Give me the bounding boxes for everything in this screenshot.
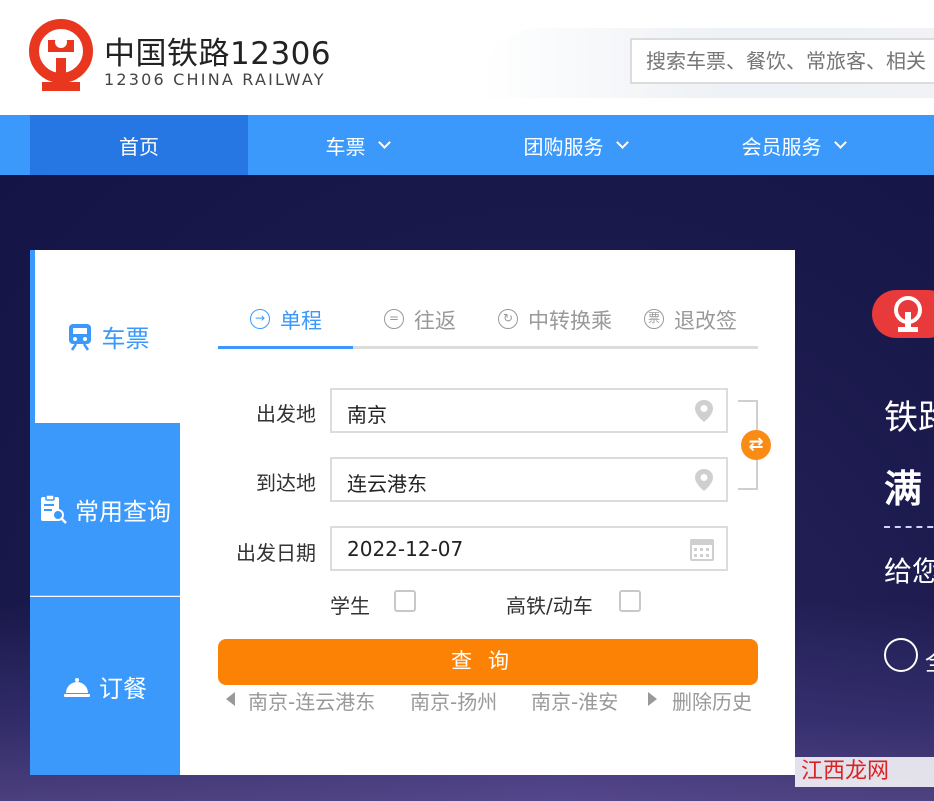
nav-member-service-label: 会员服务 <box>741 134 822 159</box>
delete-history-link[interactable]: 删除历史 <box>672 686 752 715</box>
history-next-icon[interactable] <box>648 692 657 706</box>
booking-panel: 车票 常用查询 订餐 → 单程 = 往返 ↻ 中转换乘 票 退改签 出发地 南京… <box>30 250 795 775</box>
to-label: 到达地 <box>256 471 316 495</box>
sidebar-item-label: 车票 <box>101 325 150 353</box>
highspeed-label: 高铁/动车 <box>506 594 593 618</box>
location-pin-icon <box>695 400 713 422</box>
promo-line-1: 铁路 <box>884 398 934 438</box>
from-label: 出发地 <box>256 402 316 426</box>
nav-home-label: 首页 <box>119 134 159 159</box>
from-station-value: 南京 <box>347 403 387 427</box>
trip-type-tabs: → 单程 = 往返 ↻ 中转换乘 票 退改签 <box>218 305 758 349</box>
site-name-cn[interactable]: 中国铁路12306 <box>104 28 331 73</box>
from-station-field[interactable]: 南京 <box>330 388 728 433</box>
history-item[interactable]: 南京-扬州 <box>410 686 497 715</box>
promo-phone-text: 全 <box>925 642 934 677</box>
phone-icon <box>884 638 918 672</box>
tab-label: 退改签 <box>674 309 737 333</box>
sidebar-item-label: 订餐 <box>99 674 147 703</box>
to-station-field[interactable]: 连云港东 <box>330 457 728 502</box>
nav-home[interactable]: 首页 <box>30 115 248 175</box>
ticket-circle-icon: 票 <box>644 309 664 329</box>
calendar-icon <box>690 539 714 561</box>
main-nav: 首页 车票 团购服务 会员服务 <box>0 115 934 175</box>
swap-stations-button[interactable]: ⇄ <box>741 430 771 460</box>
train-icon <box>68 323 91 351</box>
date-label: 出发日期 <box>236 541 316 565</box>
tab-label: 中转换乘 <box>528 309 612 333</box>
cycle-circle-icon: ↻ <box>498 309 518 329</box>
tab-refund-change[interactable]: 票 退改签 <box>644 305 737 349</box>
clipboard-search-icon <box>41 494 67 524</box>
food-cover-icon <box>64 678 90 697</box>
site-search-input[interactable] <box>630 38 934 84</box>
highspeed-checkbox[interactable] <box>619 590 641 612</box>
sidebar-item-tickets[interactable]: 车票 <box>30 250 180 423</box>
chevron-down-icon <box>377 135 391 149</box>
promo-logo <box>872 290 934 338</box>
departure-date-field[interactable]: 2022-12-07 <box>330 526 728 571</box>
history-prev-icon[interactable] <box>226 692 235 706</box>
promo-line-2: 满 <box>884 467 923 511</box>
departure-date-value: 2022-12-07 <box>347 537 464 561</box>
chevron-down-icon <box>615 135 629 149</box>
search-history: 南京-连云港东 南京-扬州 南京-淮安 删除历史 <box>226 686 766 716</box>
student-label: 学生 <box>330 594 370 618</box>
nav-member-service[interactable]: 会员服务 <box>684 115 902 175</box>
tab-one-way[interactable]: → 单程 <box>250 305 322 349</box>
active-tab-indicator <box>218 346 353 349</box>
chevron-down-icon <box>833 135 847 149</box>
to-station-value: 连云港东 <box>347 472 427 496</box>
nav-tickets[interactable]: 车票 <box>248 115 466 175</box>
history-item[interactable]: 南京-淮安 <box>531 686 618 715</box>
watermark: 江西龙网 <box>795 757 934 787</box>
promo-divider <box>884 526 934 528</box>
site-header: 中国铁路12306 12306 CHINA RAILWAY <box>0 0 934 115</box>
tab-transfer[interactable]: ↻ 中转换乘 <box>498 305 612 349</box>
sidebar-item-meal-order[interactable]: 订餐 <box>30 597 180 775</box>
tab-label: 往返 <box>414 309 456 333</box>
nav-tickets-label: 车票 <box>325 134 366 159</box>
booking-sidebar: 车票 常用查询 订餐 <box>30 250 180 775</box>
location-pin-icon <box>695 469 713 491</box>
query-button[interactable]: 查询 <box>218 639 758 685</box>
site-name-en: 12306 CHINA RAILWAY <box>104 70 326 89</box>
nav-group-service-label: 团购服务 <box>523 134 604 159</box>
equals-circle-icon: = <box>384 309 404 329</box>
sidebar-item-label: 常用查询 <box>75 497 171 526</box>
nav-group-service[interactable]: 团购服务 <box>466 115 684 175</box>
tab-label: 单程 <box>280 309 322 333</box>
student-checkbox[interactable] <box>394 590 416 612</box>
china-railway-logo-icon <box>894 296 922 332</box>
history-item[interactable]: 南京-连云港东 <box>248 686 375 715</box>
tab-round-trip[interactable]: = 往返 <box>384 305 456 349</box>
arrow-circle-icon: → <box>250 309 270 329</box>
sidebar-item-common-query[interactable]: 常用查询 <box>30 423 180 596</box>
promo-line-3: 给您 <box>884 555 934 588</box>
china-railway-logo-icon[interactable] <box>28 18 94 92</box>
